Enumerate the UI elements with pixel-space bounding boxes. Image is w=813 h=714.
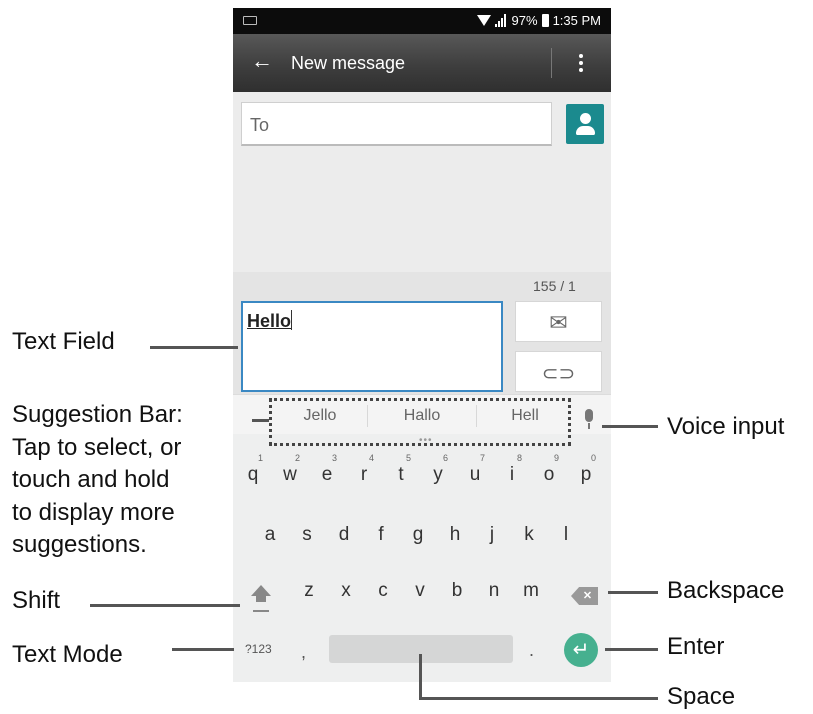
callout-line-suggestion-bar <box>252 419 269 422</box>
send-mms-icon: ✉ <box>549 310 568 335</box>
status-bar: 97% 1:35 PM <box>233 8 611 34</box>
page-title: New message <box>291 53 406 73</box>
send-button[interactable]: ✉ <box>515 301 602 342</box>
text-cursor <box>291 310 293 330</box>
contact-icon <box>580 113 591 124</box>
key-v[interactable]: v <box>406 580 434 602</box>
comma-key[interactable]: , <box>301 642 306 663</box>
character-counter: 155 / 1 <box>533 278 576 294</box>
key-hint: 7 <box>480 453 486 463</box>
callout-line-voice-input <box>602 425 658 428</box>
clock: 1:35 PM <box>552 13 601 28</box>
key-f[interactable]: f <box>367 524 395 546</box>
key-b[interactable]: b <box>443 580 471 602</box>
microphone-icon[interactable] <box>585 409 593 422</box>
key-hint: 4 <box>369 453 375 463</box>
recipient-input[interactable]: To <box>241 102 552 146</box>
message-text-field[interactable]: Hello <box>241 301 503 392</box>
phone-screen: 97% 1:35 PM ← New message To 155 / 1 Hel… <box>233 8 611 682</box>
key-r[interactable]: r <box>350 464 378 486</box>
key-n[interactable]: n <box>480 580 508 602</box>
callout-shift: Shift <box>12 587 61 614</box>
key-a[interactable]: a <box>256 524 284 546</box>
callout-line-backspace <box>608 591 658 594</box>
notification-icon <box>243 16 257 25</box>
key-g[interactable]: g <box>404 524 432 546</box>
period-key[interactable]: . <box>529 640 534 661</box>
key-d[interactable]: d <box>330 524 358 546</box>
callout-line-text-field <box>150 346 238 349</box>
callout-text-mode: Text Mode <box>12 641 123 668</box>
text-mode-key[interactable]: ?123 <box>245 642 272 656</box>
paperclip-icon: ⊂⊃ <box>541 363 576 385</box>
contact-picker-button[interactable] <box>566 104 604 144</box>
key-hint: 2 <box>295 453 301 463</box>
callout-line-space-horizontal <box>419 697 658 700</box>
key-e[interactable]: e <box>313 464 341 486</box>
message-text: Hello <box>247 311 292 331</box>
battery-icon <box>541 14 549 27</box>
key-s[interactable]: s <box>293 524 321 546</box>
key-hint: 6 <box>443 453 449 463</box>
wifi-icon <box>476 15 491 26</box>
key-hint: 8 <box>517 453 523 463</box>
status-icons: 97% 1:35 PM <box>476 13 601 28</box>
callout-line-text-mode <box>172 648 234 651</box>
callout-enter: Enter <box>667 633 725 660</box>
key-y[interactable]: y <box>424 464 452 486</box>
key-h[interactable]: h <box>441 524 469 546</box>
key-o[interactable]: o <box>535 464 563 486</box>
key-hint: 3 <box>332 453 338 463</box>
callout-space: Space <box>667 683 736 710</box>
key-z[interactable]: z <box>295 580 323 602</box>
callout-suggestion-bar: Suggestion Bar: Tap to select, or touch … <box>12 401 183 558</box>
key-x[interactable]: x <box>332 580 360 602</box>
key-hint: 1 <box>258 453 264 463</box>
callout-line-space-vertical <box>419 654 422 700</box>
key-p[interactable]: p <box>572 464 600 486</box>
battery-percent: 97% <box>511 13 538 28</box>
enter-key[interactable]: ↵ <box>564 633 598 667</box>
key-w[interactable]: w <box>276 464 304 486</box>
callout-line-enter <box>605 648 658 651</box>
callout-line-shift <box>90 604 240 607</box>
key-j[interactable]: j <box>478 524 506 546</box>
back-arrow-icon[interactable]: ← <box>251 49 273 73</box>
key-i[interactable]: i <box>498 464 526 486</box>
overflow-menu-icon[interactable] <box>571 51 591 75</box>
attach-button[interactable]: ⊂⊃ <box>515 351 602 392</box>
key-hint: 5 <box>406 453 412 463</box>
key-c[interactable]: c <box>369 580 397 602</box>
action-bar: ← New message <box>233 34 611 92</box>
callout-backspace: Backspace <box>667 577 785 604</box>
key-k[interactable]: k <box>515 524 543 546</box>
action-bar-divider <box>551 48 552 78</box>
signal-icon <box>494 14 506 27</box>
key-hint: 0 <box>591 453 597 463</box>
key-q[interactable]: q <box>239 464 267 486</box>
suggestion-highlight-box <box>269 398 571 446</box>
key-hint: 9 <box>554 453 560 463</box>
shift-key[interactable] <box>251 585 271 619</box>
key-u[interactable]: u <box>461 464 489 486</box>
callout-voice-input: Voice input <box>667 413 785 440</box>
key-l[interactable]: l <box>552 524 580 546</box>
key-m[interactable]: m <box>517 580 545 602</box>
callout-text-field: Text Field <box>12 328 115 355</box>
key-t[interactable]: t <box>387 464 415 486</box>
